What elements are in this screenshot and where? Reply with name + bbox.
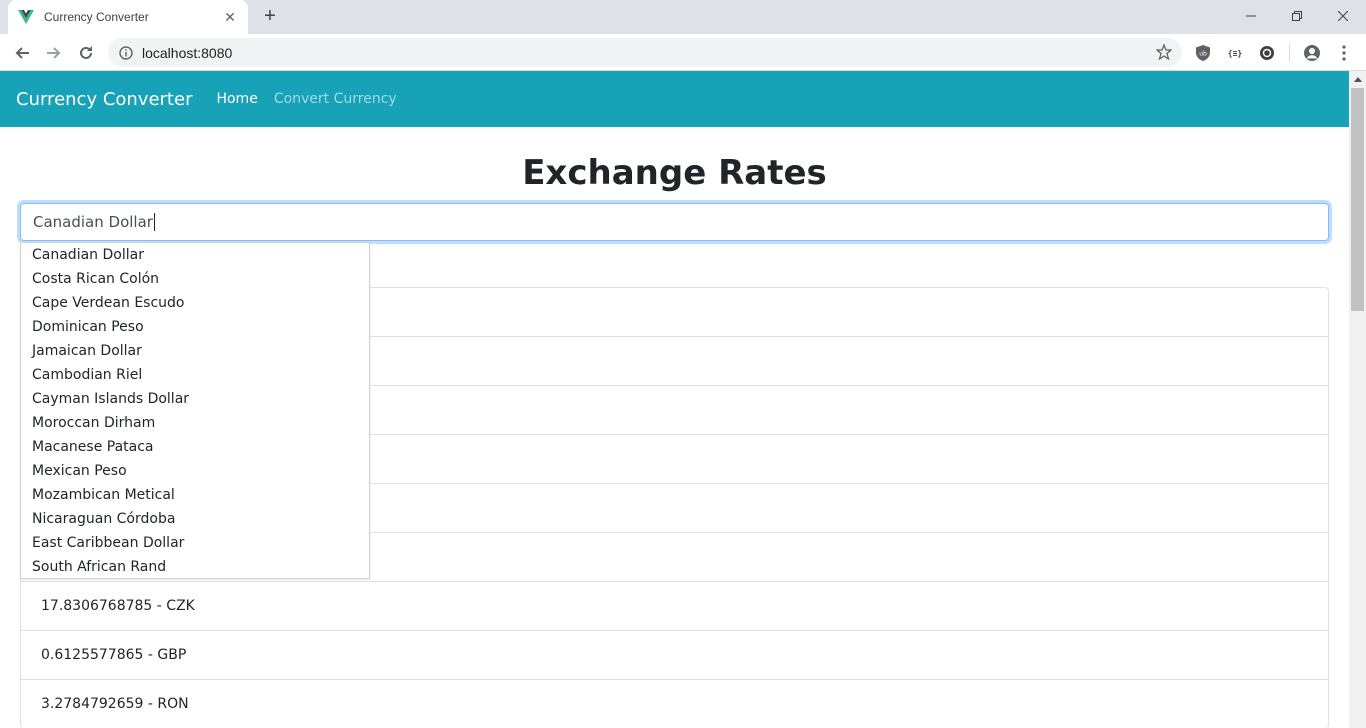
new-tab-plus-icon[interactable]: + <box>258 5 282 29</box>
extension-dark-icon[interactable] <box>1257 43 1277 63</box>
text-caret <box>153 213 155 231</box>
forward-arrow-icon[interactable] <box>40 39 68 67</box>
suggestion-item[interactable]: Costa Rican Colón <box>21 267 369 291</box>
autocomplete-dropdown: Canadian Dollar Costa Rican Colón Cape V… <box>20 242 370 579</box>
svg-text:ub: ub <box>1199 51 1207 58</box>
scrollbar-thumb[interactable] <box>1351 88 1364 311</box>
suggestion-item[interactable]: Dominican Peso <box>21 315 369 339</box>
suggestion-item[interactable]: East Caribbean Dollar <box>21 531 369 555</box>
currency-search-input[interactable]: Canadian Dollar <box>20 203 1329 241</box>
page-scrollbar[interactable] <box>1349 71 1366 728</box>
address-bar[interactable]: localhost:8080 <box>108 38 1182 67</box>
browser-tab[interactable]: Currency Converter ✕ <box>8 0 248 34</box>
back-arrow-icon[interactable] <box>8 39 36 67</box>
navbar-brand[interactable]: Currency Converter <box>16 89 192 110</box>
svg-text:{≡}: {≡} <box>1228 49 1243 58</box>
tab-close-icon[interactable]: ✕ <box>222 9 238 26</box>
suggestion-item[interactable]: Canadian Dollar <box>21 243 369 267</box>
info-icon[interactable] <box>118 45 134 61</box>
suggestion-item[interactable]: Cayman Islands Dollar <box>21 387 369 411</box>
rate-list-item: 3.2784792659 - RON <box>21 680 1328 728</box>
window-restore-icon[interactable] <box>1274 0 1320 32</box>
kebab-menu-icon[interactable] <box>1334 43 1354 63</box>
rate-list-item: 0.6125577865 - GBP <box>21 631 1328 680</box>
vue-logo-icon <box>18 9 34 25</box>
suggestion-item[interactable]: Cambodian Riel <box>21 363 369 387</box>
nav-link-home[interactable]: Home <box>216 91 257 107</box>
app-navbar: Currency Converter Home Convert Currency <box>0 71 1349 127</box>
window-close-icon[interactable] <box>1320 0 1366 32</box>
tab-title: Currency Converter <box>44 10 149 24</box>
browser-toolbar: localhost:8080 ub {≡} <box>0 34 1366 71</box>
suggestion-item[interactable]: Mozambican Metical <box>21 483 369 507</box>
toolbar-divider <box>1289 44 1290 62</box>
scroll-up-arrow-icon[interactable] <box>1349 71 1366 88</box>
json-viewer-icon[interactable]: {≡} <box>1225 43 1245 63</box>
suggestion-item[interactable]: Jamaican Dollar <box>21 339 369 363</box>
reload-icon[interactable] <box>72 39 100 67</box>
suggestion-item[interactable]: Nicaraguan Córdoba <box>21 507 369 531</box>
suggestion-item[interactable]: Moroccan Dirham <box>21 411 369 435</box>
profile-avatar-icon[interactable] <box>1302 43 1322 63</box>
ublock-shield-icon[interactable]: ub <box>1193 43 1213 63</box>
rate-list-item: 17.8306768785 - CZK <box>21 582 1328 631</box>
bookmark-star-icon[interactable] <box>1155 43 1173 61</box>
search-input-value: Canadian Dollar <box>33 213 153 231</box>
suggestion-item[interactable]: Macanese Pataca <box>21 435 369 459</box>
suggestion-item[interactable]: Mexican Peso <box>21 459 369 483</box>
suggestion-item[interactable]: South African Rand <box>21 555 369 579</box>
url-text: localhost:8080 <box>142 44 233 61</box>
browser-tab-strip: Currency Converter ✕ + <box>0 0 1366 34</box>
suggestion-item[interactable]: Cape Verdean Escudo <box>21 291 369 315</box>
window-minimize-icon[interactable] <box>1228 0 1274 32</box>
nav-link-convert-currency[interactable]: Convert Currency <box>274 91 397 107</box>
page-title: Exchange Rates <box>522 153 827 193</box>
